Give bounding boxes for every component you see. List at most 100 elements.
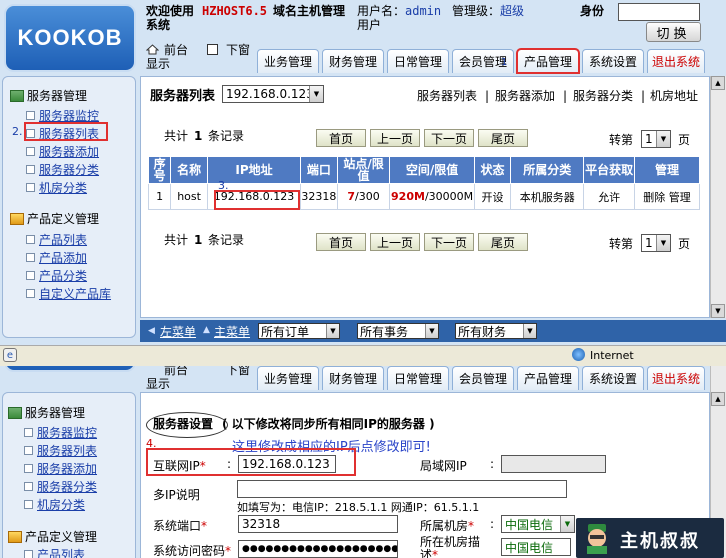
bullet-icon (26, 111, 35, 120)
room-label-text: 所属机房 (420, 519, 469, 533)
finance-dropdown[interactable]: 所有财务 ▼ (455, 323, 537, 339)
link-server-category[interactable]: 服务器分类 (573, 90, 633, 103)
sidebar-item-server-monitor[interactable]: 服务器监控 (24, 424, 97, 441)
tab-business[interactable]: 业务管理 (257, 366, 319, 390)
sidebar-group-title: 产品定义管理 (25, 530, 98, 544)
first-page-button[interactable]: 首页 (316, 129, 366, 147)
new-window-checkbox[interactable] (207, 44, 218, 55)
cell-platform: 允许 (583, 183, 636, 210)
tab-business[interactable]: 业务管理 (257, 49, 319, 73)
link-server-list[interactable]: 服务器列表 (417, 90, 477, 103)
link-server-add[interactable]: 服务器添加 (495, 90, 555, 103)
sidebar-item-server-add[interactable]: 服务器添加 (26, 143, 99, 160)
display-label: 显示 (146, 57, 171, 71)
sidebar-group-server[interactable]: 服务器管理 (8, 404, 85, 421)
tab-logout[interactable]: 退出系统 (647, 366, 705, 390)
new-window-label: 下窗 (226, 366, 251, 377)
manage-link[interactable]: 管理 (669, 191, 691, 204)
port-label: 系统端口* (153, 517, 207, 534)
link-separator: | (563, 89, 568, 103)
tab-members[interactable]: 会员管理 (452, 366, 514, 390)
sidebar-item-product-list[interactable]: 产品列表 (26, 231, 87, 248)
cell-manage: 删除 管理 (634, 183, 700, 210)
sites-used: 7 (347, 190, 356, 203)
tab-finance[interactable]: 财务管理 (322, 49, 384, 73)
tab-logout[interactable]: 退出系统 (647, 49, 705, 73)
vertical-scrollbar[interactable]: ▲ ▼ (710, 76, 726, 318)
step-marker-1: 1 (501, 57, 508, 68)
password-input[interactable]: ●●●●●●●●●●●●●●●●●●●●●●●● (238, 540, 398, 558)
next-page-button[interactable]: 下一页 (424, 233, 474, 251)
tab-daily[interactable]: 日常管理 (387, 366, 449, 390)
sidebar-item-custom-library[interactable]: 自定义产品库 (26, 285, 111, 302)
goto-label: 转第 (609, 237, 634, 251)
scroll-down-icon[interactable]: ▼ (711, 304, 725, 318)
page-suffix: 页 (678, 133, 691, 147)
identity-input[interactable] (618, 3, 700, 21)
total-suffix: 条记录 (208, 233, 245, 247)
scroll-up-icon[interactable]: ▲ (711, 76, 725, 90)
link-room-address[interactable]: 机房地址 (650, 90, 698, 103)
tab-daily[interactable]: 日常管理 (387, 49, 449, 73)
room-select[interactable]: 中国电信 ▼ (501, 515, 575, 533)
bullet-icon (26, 235, 35, 244)
sidebar-item-product-category[interactable]: 产品分类 (26, 267, 87, 284)
sidebar-item-server-list[interactable]: 服务器列表 (24, 442, 97, 459)
home-icon[interactable] (145, 44, 160, 55)
sidebar-item-product-list[interactable]: 产品列表 (24, 546, 85, 558)
left-menu-link[interactable]: 左菜单 (160, 326, 196, 339)
public-ip-label-text: 互联网IP (153, 459, 200, 473)
cell-category: 本机服务器 (510, 183, 585, 210)
cell-status: 开设 (473, 183, 512, 210)
front-link[interactable]: 前台 (164, 366, 188, 377)
chevron-down-icon: ▼ (656, 235, 670, 251)
next-page-button[interactable]: 下一页 (424, 129, 474, 147)
sidebar-group-title: 产品定义管理 (27, 212, 100, 226)
page-select-value: 1 (645, 132, 653, 146)
tab-products[interactable]: 产品管理 (517, 366, 579, 390)
sidebar-group-product[interactable]: 产品定义管理 (10, 210, 99, 227)
multi-ip-input[interactable] (237, 480, 567, 498)
page-select[interactable]: 1 ▼ (641, 234, 671, 252)
tab-finance[interactable]: 财务管理 (322, 366, 384, 390)
last-page-button[interactable]: 尾页 (478, 129, 528, 147)
front-link[interactable]: 前台 (164, 44, 188, 57)
sidebar-item-label: 机房分类 (37, 498, 86, 512)
last-page-button[interactable]: 尾页 (478, 233, 528, 251)
main-menu-link[interactable]: 主菜单 (214, 326, 250, 339)
delete-link[interactable]: 删除 (643, 191, 665, 204)
server-ip-select[interactable]: 192.168.0.123 ▼ (222, 85, 324, 103)
chevron-down-icon: ▼ (326, 324, 339, 338)
tab-settings[interactable]: 系统设置 (582, 366, 644, 390)
lan-ip-input[interactable] (501, 455, 606, 473)
orders-dropdown[interactable]: 所有订单 ▼ (258, 323, 340, 339)
left-arrow-icon: ◀ (148, 326, 155, 336)
scroll-up-icon[interactable]: ▲ (711, 392, 725, 406)
sidebar-group-product[interactable]: 产品定义管理 (8, 528, 97, 545)
sidebar-item-room-category[interactable]: 机房分类 (26, 179, 87, 196)
page-select[interactable]: 1 ▼ (641, 130, 671, 148)
sidebar-item-product-add[interactable]: 产品添加 (26, 249, 87, 266)
tab-settings[interactable]: 系统设置 (582, 49, 644, 73)
sidebar-item-server-category[interactable]: 服务器分类 (26, 161, 99, 178)
total-count: 1 (194, 129, 203, 143)
prev-page-button[interactable]: 上一页 (370, 233, 420, 251)
switch-button[interactable]: 切换 (646, 22, 701, 42)
system-title-line2: 系统 (146, 18, 171, 32)
watermark-logo: 主机叔叔 (576, 518, 724, 558)
sidebar-item-server-category[interactable]: 服务器分类 (24, 478, 97, 495)
col-space: 空间/限值 (389, 156, 475, 184)
prev-page-button[interactable]: 上一页 (370, 129, 420, 147)
tasks-dropdown[interactable]: 所有事务 ▼ (357, 323, 439, 339)
tab-products[interactable]: 产品管理 (516, 48, 580, 74)
bullet-icon (26, 183, 35, 192)
sidebar-item-server-add[interactable]: 服务器添加 (24, 460, 97, 477)
sidebar-group-server[interactable]: 服务器管理 (10, 87, 87, 104)
public-ip-input[interactable]: 192.168.0.123 (238, 455, 336, 473)
port-input[interactable]: 32318 (238, 515, 398, 533)
first-page-button[interactable]: 首页 (316, 233, 366, 251)
space-limit: /30000M (424, 190, 474, 203)
col-port: 端口 (300, 156, 338, 184)
room-desc-input[interactable]: 中国电信 (501, 538, 571, 556)
sidebar-item-room-category[interactable]: 机房分类 (24, 496, 85, 513)
